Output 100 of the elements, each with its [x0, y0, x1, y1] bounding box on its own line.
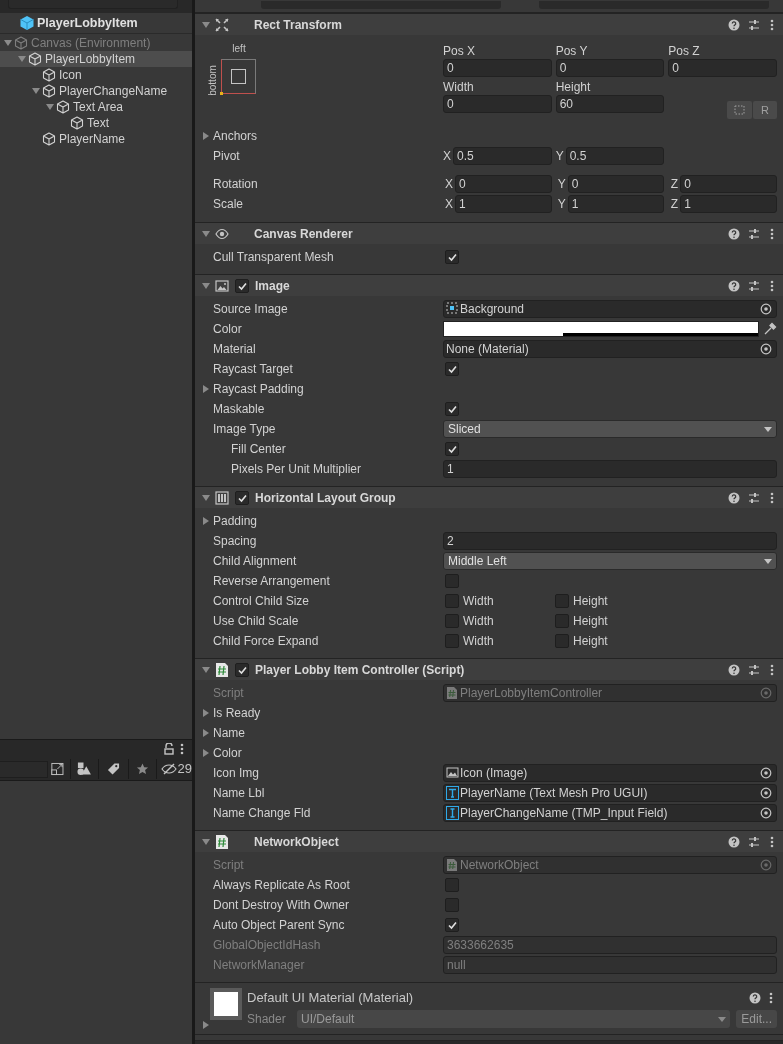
expand-arrow-icon[interactable]	[201, 1020, 211, 1030]
text-cursor-icon	[446, 806, 459, 820]
presets-icon[interactable]	[748, 491, 760, 504]
window-icon[interactable]	[50, 761, 66, 777]
more-options-icon[interactable]	[770, 663, 774, 676]
presets-icon[interactable]	[748, 663, 760, 676]
input-field[interactable]: 1	[443, 460, 777, 478]
dropdown[interactable]: Sliced	[443, 420, 777, 438]
color-field[interactable]	[443, 321, 759, 337]
cube-icon	[14, 36, 28, 50]
presets-icon[interactable]	[748, 279, 760, 292]
foldout-label[interactable]: Padding	[213, 512, 258, 530]
more-options-icon[interactable]	[769, 992, 773, 1004]
input-field[interactable]: 60	[555, 95, 665, 113]
input-field[interactable]: 1	[680, 195, 777, 213]
help-icon[interactable]	[749, 992, 761, 1004]
input-field[interactable]: 0.5	[453, 147, 552, 165]
target-icon[interactable]	[760, 343, 772, 355]
hidden-count-button[interactable]: 29	[156, 759, 192, 779]
eyedropper-icon[interactable]	[763, 322, 777, 336]
object-field[interactable]: Icon (Image)	[443, 764, 777, 782]
checkbox[interactable]	[445, 878, 459, 892]
checkbox[interactable]	[445, 594, 459, 608]
expand-arrow-icon[interactable]	[201, 131, 211, 141]
columns-icon	[215, 490, 229, 505]
sprite-icon	[446, 302, 459, 316]
star-icon[interactable]	[135, 762, 149, 776]
more-options-icon[interactable]	[770, 227, 774, 240]
checkbox[interactable]	[445, 574, 459, 588]
presets-icon[interactable]	[748, 18, 760, 31]
expand-arrow-icon[interactable]	[201, 516, 211, 526]
checkbox[interactable]	[555, 594, 569, 608]
foldout-label[interactable]: Is Ready	[213, 704, 261, 722]
target-icon[interactable]	[760, 767, 772, 779]
collapse-arrow-icon[interactable]	[201, 664, 211, 675]
more-options-icon[interactable]	[770, 491, 774, 504]
checkbox[interactable]	[555, 634, 569, 648]
presets-icon[interactable]	[748, 227, 760, 240]
dropdown[interactable]: Middle Left	[443, 552, 777, 570]
checkbox[interactable]	[555, 614, 569, 628]
object-field[interactable]: PlayerName (Text Mesh Pro UGUI)	[443, 784, 777, 802]
help-icon[interactable]	[728, 491, 740, 504]
image-icon	[215, 278, 229, 293]
object-field[interactable]: PlayerChangeName (TMP_Input Field)	[443, 804, 777, 822]
checkbox[interactable]	[445, 442, 459, 456]
collapse-arrow-icon[interactable]	[201, 492, 211, 503]
more-options-icon[interactable]	[770, 279, 774, 292]
enable-checkbox[interactable]	[235, 662, 249, 677]
checkbox[interactable]	[445, 402, 459, 416]
more-options-icon[interactable]	[770, 835, 774, 848]
expand-arrow-icon[interactable]	[201, 384, 211, 394]
text-icon	[446, 786, 459, 800]
object-field[interactable]: Background	[443, 300, 777, 318]
dropdown-arrow-icon	[764, 558, 772, 564]
collapse-arrow-icon[interactable]	[201, 280, 211, 291]
more-options-icon[interactable]	[770, 18, 774, 31]
anchor-preset-icon[interactable]	[221, 59, 257, 95]
field-label: Image Type	[213, 421, 276, 438]
foldout-label[interactable]: Color	[213, 744, 242, 762]
input-field[interactable]: 2	[443, 532, 777, 550]
presets-icon[interactable]	[748, 835, 760, 848]
input-field[interactable]: 0	[555, 59, 665, 77]
checkbox[interactable]	[445, 634, 459, 648]
checkbox[interactable]	[445, 614, 459, 628]
input-field[interactable]: 0.5	[565, 147, 665, 165]
enable-checkbox[interactable]	[235, 278, 249, 293]
shapes-icon[interactable]	[77, 762, 92, 776]
input-field[interactable]: 1	[455, 195, 552, 213]
foldout-label[interactable]: Anchors	[213, 127, 258, 145]
target-icon[interactable]	[760, 303, 772, 315]
help-icon[interactable]	[728, 835, 740, 848]
foldout-label[interactable]: Name	[213, 724, 245, 742]
collapse-arrow-icon[interactable]	[201, 228, 211, 239]
more-options-icon[interactable]	[180, 743, 184, 755]
input-field[interactable]: 1	[567, 195, 665, 213]
checkbox[interactable]	[445, 918, 459, 932]
object-field[interactable]: None (Material)	[443, 340, 777, 358]
input-field[interactable]: 0	[455, 175, 552, 193]
checkbox[interactable]	[445, 362, 459, 376]
input-field[interactable]: 0	[567, 175, 665, 193]
foldout-label[interactable]: Raycast Padding	[213, 380, 304, 398]
input-field[interactable]: 0	[443, 59, 552, 77]
input-field[interactable]: 0	[668, 59, 777, 77]
collapse-arrow-icon[interactable]	[201, 836, 211, 847]
target-icon[interactable]	[760, 807, 772, 819]
target-icon[interactable]	[760, 787, 772, 799]
component-title: Horizontal Layout Group	[255, 489, 396, 507]
cube-icon	[56, 100, 70, 114]
input-field[interactable]: 0	[680, 175, 777, 193]
collapse-arrow-icon[interactable]	[201, 19, 211, 30]
help-icon[interactable]	[728, 227, 740, 240]
help-icon[interactable]	[728, 279, 740, 292]
input-field[interactable]: 0	[443, 95, 552, 113]
checkbox[interactable]	[445, 250, 459, 264]
lock-icon[interactable]	[164, 743, 174, 755]
help-icon[interactable]	[728, 18, 740, 31]
help-icon[interactable]	[728, 663, 740, 676]
enable-checkbox[interactable]	[235, 490, 249, 505]
checkbox[interactable]	[445, 898, 459, 912]
tag-icon[interactable]	[106, 762, 120, 776]
